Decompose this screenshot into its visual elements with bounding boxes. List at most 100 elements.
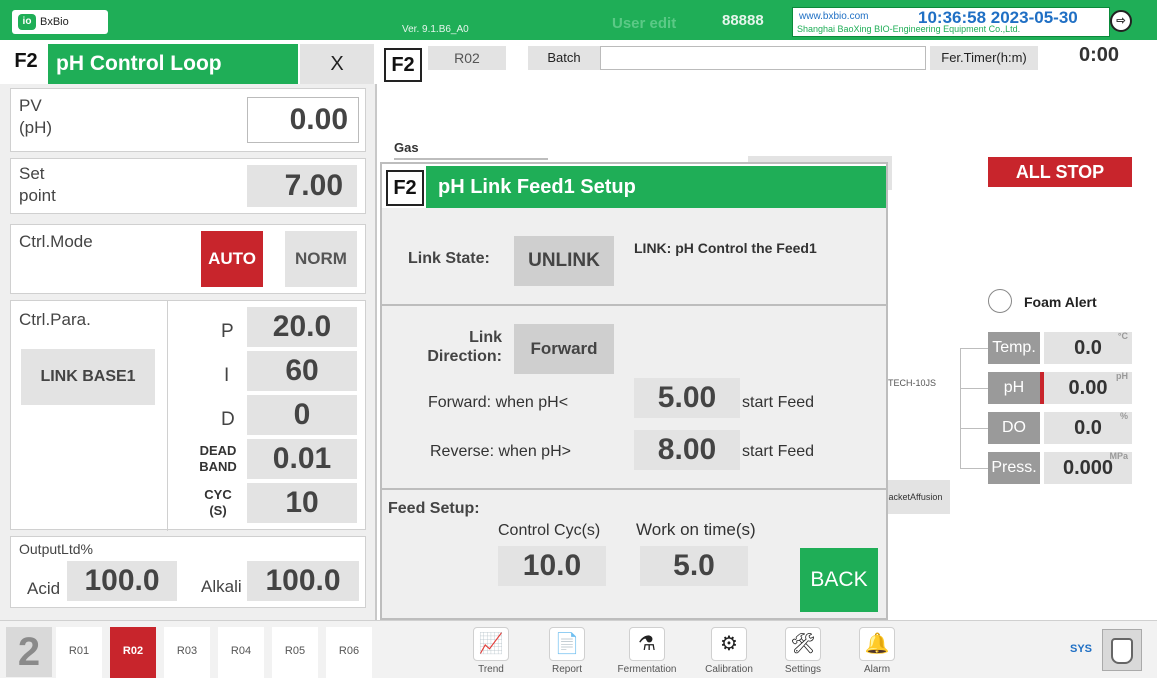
ctrl-para-card: Ctrl.Para. LINK BASE1 P 20.0 I 60 D 0 DE…	[10, 300, 366, 531]
ctrl-mode-label: Ctrl.Mode	[19, 232, 93, 251]
unit-number: 2	[6, 627, 52, 677]
setpoint-value[interactable]: 7.00	[247, 165, 357, 207]
reactor-tab-r06[interactable]: R06	[326, 627, 372, 678]
logo-text: BxBio	[40, 16, 69, 28]
company-info: www.bxbio.com Shanghai BaoXing BIO-Engin…	[792, 7, 1110, 37]
panel-header: F2 pH Control Loop X	[0, 40, 377, 84]
ph-link-feed-dialog: F2 pH Link Feed1 Setup Link State: UNLIN…	[380, 162, 888, 620]
dialog-tag: F2	[386, 170, 424, 206]
setpoint-card: Set point 7.00	[10, 158, 366, 214]
nav-label: Settings	[784, 664, 822, 675]
nav-label: Fermentation	[617, 664, 677, 675]
link-direction-label: Link Direction:	[427, 329, 502, 365]
nav-report-button[interactable]: 📄 Report	[536, 627, 598, 678]
user-icon	[1111, 638, 1133, 664]
fer-timer-label: Fer.Timer(h:m)	[930, 46, 1038, 70]
link-state-section: Link State: UNLINK LINK: pH Control the …	[382, 208, 886, 306]
website-link: www.bxbio.com	[799, 11, 869, 22]
trend-icon: 📈	[473, 627, 509, 661]
pipe	[960, 348, 961, 468]
nav-label: Calibration	[705, 664, 753, 675]
divider	[167, 301, 168, 531]
bottom-nav-bar: 2 R01 R02 R03 R04 R05 R06 📈 Trend 📄 Repo…	[0, 620, 1157, 678]
link-state-button[interactable]: UNLINK	[514, 236, 614, 286]
auto-button[interactable]: AUTO	[201, 231, 263, 287]
forward-suffix: start Feed	[742, 394, 815, 411]
nav-label: Trend	[478, 664, 504, 675]
ctrl-para-label: Ctrl.Para.	[19, 310, 91, 329]
cyc-value[interactable]: 10	[247, 483, 357, 523]
gas-label: Gas	[394, 140, 419, 155]
d-label: D	[221, 409, 235, 430]
pipe	[960, 348, 988, 349]
dialog-header: F2 pH Link Feed1 Setup	[382, 164, 886, 208]
nav-label: Alarm	[863, 664, 891, 675]
calibration-icon: ⚙	[711, 627, 747, 661]
link-description: LINK: pH Control the Feed1	[634, 240, 817, 256]
feed-setup-section: Feed Setup: Control Cyc(s) 10.0 Work on …	[382, 490, 886, 618]
work-on-time-value[interactable]: 5.0	[640, 546, 748, 586]
reactor-tab-r04[interactable]: R04	[218, 627, 264, 678]
datetime-display: 10:36:58 2023-05-30	[918, 8, 1078, 27]
reverse-threshold-value[interactable]: 8.00	[634, 430, 740, 470]
alkali-value[interactable]: 100.0	[247, 561, 359, 601]
nav-calibration-button[interactable]: ⚙ Calibration	[698, 627, 760, 678]
sys-label: SYS	[1070, 643, 1093, 655]
reactor-tab-r05[interactable]: R05	[272, 627, 318, 678]
link-direction-section: Link Direction: Forward Forward: when pH…	[382, 306, 886, 490]
jacket-affusion-button[interactable]: JacketAffusion	[884, 480, 950, 514]
pipe	[960, 468, 988, 469]
logo-mark-icon: io	[18, 14, 36, 30]
nav-alarm-button[interactable]: 🔔 Alarm	[846, 627, 908, 678]
dead-band-value[interactable]: 0.01	[247, 439, 357, 479]
pipe	[960, 388, 988, 389]
panel-tag: F2	[6, 44, 46, 82]
feed-setup-label: Feed Setup:	[388, 500, 480, 517]
exit-icon[interactable]: ⇨	[1110, 10, 1132, 32]
nav-settings-button[interactable]: 🛠 Settings	[772, 627, 834, 678]
reactor-tab-r02[interactable]: R02	[110, 627, 156, 678]
control-cyc-value[interactable]: 10.0	[498, 546, 606, 586]
cyc-label: CYC (S)	[204, 487, 232, 518]
settings-icon: 🛠	[785, 627, 821, 661]
link-state-label: Link State:	[408, 250, 490, 267]
forward-condition-label: Forward: when pH<	[428, 394, 569, 411]
back-button[interactable]: BACK	[800, 548, 878, 612]
all-stop-button[interactable]: ALL STOP	[988, 157, 1132, 187]
panel-tag: F2	[384, 48, 422, 82]
gas-line	[394, 158, 548, 160]
tech-label: TECH-10JS	[888, 378, 937, 388]
batch-input[interactable]	[600, 46, 926, 70]
alarm-icon: 🔔	[859, 627, 895, 661]
p-label: P	[221, 321, 234, 342]
reverse-suffix: start Feed	[742, 443, 815, 460]
p-value[interactable]: 20.0	[247, 307, 357, 347]
acid-value[interactable]: 100.0	[67, 561, 177, 601]
reactor-tab-r01[interactable]: R01	[56, 627, 102, 678]
foam-alert-indicator-icon	[988, 289, 1012, 313]
link-base-button[interactable]: LINK BASE1	[21, 349, 155, 405]
user-id: 88888	[722, 12, 764, 29]
i-label: I	[224, 365, 230, 386]
control-cyc-label: Control Cyc(s)	[498, 522, 601, 539]
d-value[interactable]: 0	[247, 395, 357, 435]
forward-threshold-value[interactable]: 5.00	[634, 378, 740, 418]
link-direction-button[interactable]: Forward	[514, 324, 614, 374]
reactor-tab[interactable]: R02	[428, 46, 506, 70]
acid-label: Acid	[27, 579, 61, 598]
reactor-tab-r03[interactable]: R03	[164, 627, 210, 678]
norm-button[interactable]: NORM	[285, 231, 357, 287]
ph-control-loop-panel: F2 pH Control Loop X PV (pH) 0.00 Set po…	[0, 40, 377, 620]
dialog-title: pH Link Feed1 Setup	[426, 166, 886, 208]
nav-fermentation-button[interactable]: ⚗ Fermentation	[616, 627, 678, 678]
report-icon: 📄	[549, 627, 585, 661]
foam-alert-label: Foam Alert	[1024, 294, 1097, 310]
output-limit-label: OutputLtd%	[19, 541, 93, 557]
close-button[interactable]: X	[300, 44, 374, 84]
i-value[interactable]: 60	[247, 351, 357, 391]
user-edit-label[interactable]: User edit	[612, 15, 676, 32]
fer-timer-value: 0:00	[1078, 44, 1120, 66]
nav-trend-button[interactable]: 📈 Trend	[460, 627, 522, 678]
sys-user-button[interactable]	[1102, 629, 1142, 671]
logo: io BxBio	[12, 10, 108, 34]
